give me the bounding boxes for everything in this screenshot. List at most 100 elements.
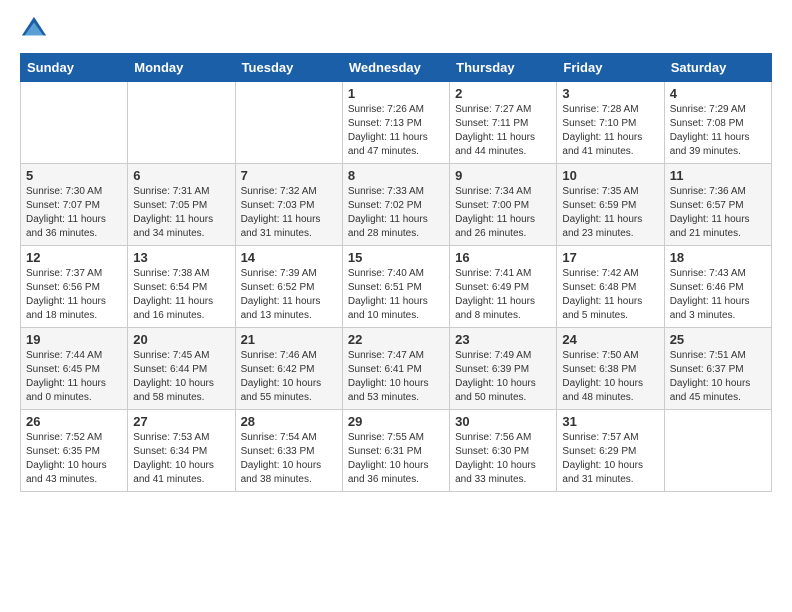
day-number: 2 bbox=[455, 86, 551, 101]
day-info: Sunrise: 7:27 AM Sunset: 7:11 PM Dayligh… bbox=[455, 103, 551, 159]
calendar-cell: 18 Sunrise: 7:43 AM Sunset: 6:46 PM Dayli… bbox=[664, 246, 771, 328]
day-info: Sunrise: 7:49 AM Sunset: 6:39 PM Dayligh… bbox=[455, 349, 551, 405]
day-header-wednesday: Wednesday bbox=[342, 54, 449, 82]
calendar-week-1: 1 Sunrise: 7:26 AM Sunset: 7:13 PM Daylig… bbox=[21, 82, 772, 164]
calendar-cell: 10Sunrise: 7:35 AM Sunset: 6:59 PM Dayli… bbox=[557, 164, 664, 246]
day-info: Sunrise: 7:41 AM Sunset: 6:49 PM Dayligh… bbox=[455, 267, 551, 323]
calendar-cell: 8 Sunrise: 7:33 AM Sunset: 7:02 PM Daylig… bbox=[342, 164, 449, 246]
day-info: Sunrise: 7:46 AM Sunset: 6:42 PM Dayligh… bbox=[241, 349, 337, 405]
calendar-cell bbox=[128, 82, 235, 164]
day-number: 15 bbox=[348, 250, 444, 265]
calendar-cell bbox=[21, 82, 128, 164]
calendar-cell: 4 Sunrise: 7:29 AM Sunset: 7:08 PM Daylig… bbox=[664, 82, 771, 164]
day-info: Sunrise: 7:44 AM Sunset: 6:45 PM Dayligh… bbox=[26, 349, 122, 405]
day-info: Sunrise: 7:56 AM Sunset: 6:30 PM Dayligh… bbox=[455, 431, 551, 487]
day-info: Sunrise: 7:40 AM Sunset: 6:51 PM Dayligh… bbox=[348, 267, 444, 323]
day-number: 21 bbox=[241, 332, 337, 347]
day-header-saturday: Saturday bbox=[664, 54, 771, 82]
day-number: 16 bbox=[455, 250, 551, 265]
day-number: 22 bbox=[348, 332, 444, 347]
header bbox=[20, 15, 772, 43]
day-number: 31 bbox=[562, 414, 658, 429]
calendar-cell: 28 Sunrise: 7:54 AM Sunset: 6:33 PM Dayli… bbox=[235, 410, 342, 492]
day-number: 28 bbox=[241, 414, 337, 429]
calendar-cell: 5 Sunrise: 7:30 AM Sunset: 7:07 PM Daylig… bbox=[21, 164, 128, 246]
day-info: Sunrise: 7:39 AM Sunset: 6:52 PM Dayligh… bbox=[241, 267, 337, 323]
calendar-cell: 23 Sunrise: 7:49 AM Sunset: 6:39 PM Dayli… bbox=[450, 328, 557, 410]
day-number: 3 bbox=[562, 86, 658, 101]
calendar-cell: 19 Sunrise: 7:44 AM Sunset: 6:45 PM Dayli… bbox=[21, 328, 128, 410]
calendar-cell: 12 Sunrise: 7:37 AM Sunset: 6:56 PM Dayli… bbox=[21, 246, 128, 328]
day-number: 8 bbox=[348, 168, 444, 183]
calendar-cell: 1 Sunrise: 7:26 AM Sunset: 7:13 PM Daylig… bbox=[342, 82, 449, 164]
day-info: Sunrise: 7:31 AM Sunset: 7:05 PM Dayligh… bbox=[133, 185, 229, 241]
day-info: Sunrise: 7:33 AM Sunset: 7:02 PM Dayligh… bbox=[348, 185, 444, 241]
day-info: Sunrise: 7:53 AM Sunset: 6:34 PM Dayligh… bbox=[133, 431, 229, 487]
day-number: 18 bbox=[670, 250, 766, 265]
calendar-cell: 11 Sunrise: 7:36 AM Sunset: 6:57 PM Dayli… bbox=[664, 164, 771, 246]
day-number: 1 bbox=[348, 86, 444, 101]
day-number: 12 bbox=[26, 250, 122, 265]
day-number: 4 bbox=[670, 86, 766, 101]
day-info: Sunrise: 7:55 AM Sunset: 6:31 PM Dayligh… bbox=[348, 431, 444, 487]
calendar-cell: 7 Sunrise: 7:32 AM Sunset: 7:03 PM Daylig… bbox=[235, 164, 342, 246]
day-number: 29 bbox=[348, 414, 444, 429]
calendar-cell: 9Sunrise: 7:34 AM Sunset: 7:00 PM Daylig… bbox=[450, 164, 557, 246]
calendar-cell: 14 Sunrise: 7:39 AM Sunset: 6:52 PM Dayli… bbox=[235, 246, 342, 328]
day-info: Sunrise: 7:29 AM Sunset: 7:08 PM Dayligh… bbox=[670, 103, 766, 159]
day-header-friday: Friday bbox=[557, 54, 664, 82]
day-info: Sunrise: 7:36 AM Sunset: 6:57 PM Dayligh… bbox=[670, 185, 766, 241]
calendar-cell: 22 Sunrise: 7:47 AM Sunset: 6:41 PM Dayli… bbox=[342, 328, 449, 410]
day-info: Sunrise: 7:28 AM Sunset: 7:10 PM Dayligh… bbox=[562, 103, 658, 159]
calendar-week-4: 19 Sunrise: 7:44 AM Sunset: 6:45 PM Dayli… bbox=[21, 328, 772, 410]
day-number: 5 bbox=[26, 168, 122, 183]
day-info: Sunrise: 7:32 AM Sunset: 7:03 PM Dayligh… bbox=[241, 185, 337, 241]
day-number: 7 bbox=[241, 168, 337, 183]
calendar-cell: 24 Sunrise: 7:50 AM Sunset: 6:38 PM Dayli… bbox=[557, 328, 664, 410]
calendar-cell: 17 Sunrise: 7:42 AM Sunset: 6:48 PM Dayli… bbox=[557, 246, 664, 328]
calendar-cell: 26 Sunrise: 7:52 AM Sunset: 6:35 PM Dayli… bbox=[21, 410, 128, 492]
calendar-cell: 25Sunrise: 7:51 AM Sunset: 6:37 PM Dayli… bbox=[664, 328, 771, 410]
day-info: Sunrise: 7:30 AM Sunset: 7:07 PM Dayligh… bbox=[26, 185, 122, 241]
day-info: Sunrise: 7:43 AM Sunset: 6:46 PM Dayligh… bbox=[670, 267, 766, 323]
day-header-tuesday: Tuesday bbox=[235, 54, 342, 82]
day-info: Sunrise: 7:50 AM Sunset: 6:38 PM Dayligh… bbox=[562, 349, 658, 405]
calendar-cell: 30Sunrise: 7:56 AM Sunset: 6:30 PM Dayli… bbox=[450, 410, 557, 492]
day-number: 14 bbox=[241, 250, 337, 265]
calendar-week-2: 5 Sunrise: 7:30 AM Sunset: 7:07 PM Daylig… bbox=[21, 164, 772, 246]
day-number: 27 bbox=[133, 414, 229, 429]
calendar-cell: 29 Sunrise: 7:55 AM Sunset: 6:31 PM Dayli… bbox=[342, 410, 449, 492]
day-header-thursday: Thursday bbox=[450, 54, 557, 82]
calendar-week-3: 12 Sunrise: 7:37 AM Sunset: 6:56 PM Dayli… bbox=[21, 246, 772, 328]
calendar-cell: 13 Sunrise: 7:38 AM Sunset: 6:54 PM Dayli… bbox=[128, 246, 235, 328]
day-number: 24 bbox=[562, 332, 658, 347]
day-number: 17 bbox=[562, 250, 658, 265]
day-info: Sunrise: 7:47 AM Sunset: 6:41 PM Dayligh… bbox=[348, 349, 444, 405]
day-info: Sunrise: 7:45 AM Sunset: 6:44 PM Dayligh… bbox=[133, 349, 229, 405]
calendar-cell: 6 Sunrise: 7:31 AM Sunset: 7:05 PM Daylig… bbox=[128, 164, 235, 246]
day-info: Sunrise: 7:37 AM Sunset: 6:56 PM Dayligh… bbox=[26, 267, 122, 323]
day-info: Sunrise: 7:52 AM Sunset: 6:35 PM Dayligh… bbox=[26, 431, 122, 487]
day-number: 20 bbox=[133, 332, 229, 347]
main-container: SundayMondayTuesdayWednesdayThursdayFrid… bbox=[0, 0, 792, 502]
day-number: 13 bbox=[133, 250, 229, 265]
day-number: 26 bbox=[26, 414, 122, 429]
day-info: Sunrise: 7:54 AM Sunset: 6:33 PM Dayligh… bbox=[241, 431, 337, 487]
day-number: 11 bbox=[670, 168, 766, 183]
day-number: 23 bbox=[455, 332, 551, 347]
day-number: 6 bbox=[133, 168, 229, 183]
day-header-sunday: Sunday bbox=[21, 54, 128, 82]
calendar-cell: 16 Sunrise: 7:41 AM Sunset: 6:49 PM Dayli… bbox=[450, 246, 557, 328]
day-info: Sunrise: 7:38 AM Sunset: 6:54 PM Dayligh… bbox=[133, 267, 229, 323]
day-info: Sunrise: 7:34 AM Sunset: 7:00 PM Dayligh… bbox=[455, 185, 551, 241]
calendar-cell: 3 Sunrise: 7:28 AM Sunset: 7:10 PM Daylig… bbox=[557, 82, 664, 164]
day-number: 19 bbox=[26, 332, 122, 347]
day-info: Sunrise: 7:26 AM Sunset: 7:13 PM Dayligh… bbox=[348, 103, 444, 159]
logo-icon bbox=[20, 15, 48, 43]
day-info: Sunrise: 7:51 AM Sunset: 6:37 PM Dayligh… bbox=[670, 349, 766, 405]
calendar-table: SundayMondayTuesdayWednesdayThursdayFrid… bbox=[20, 53, 772, 492]
calendar-cell: 31Sunrise: 7:57 AM Sunset: 6:29 PM Dayli… bbox=[557, 410, 664, 492]
calendar-cell: 27 Sunrise: 7:53 AM Sunset: 6:34 PM Dayli… bbox=[128, 410, 235, 492]
day-info: Sunrise: 7:42 AM Sunset: 6:48 PM Dayligh… bbox=[562, 267, 658, 323]
calendar-cell bbox=[235, 82, 342, 164]
